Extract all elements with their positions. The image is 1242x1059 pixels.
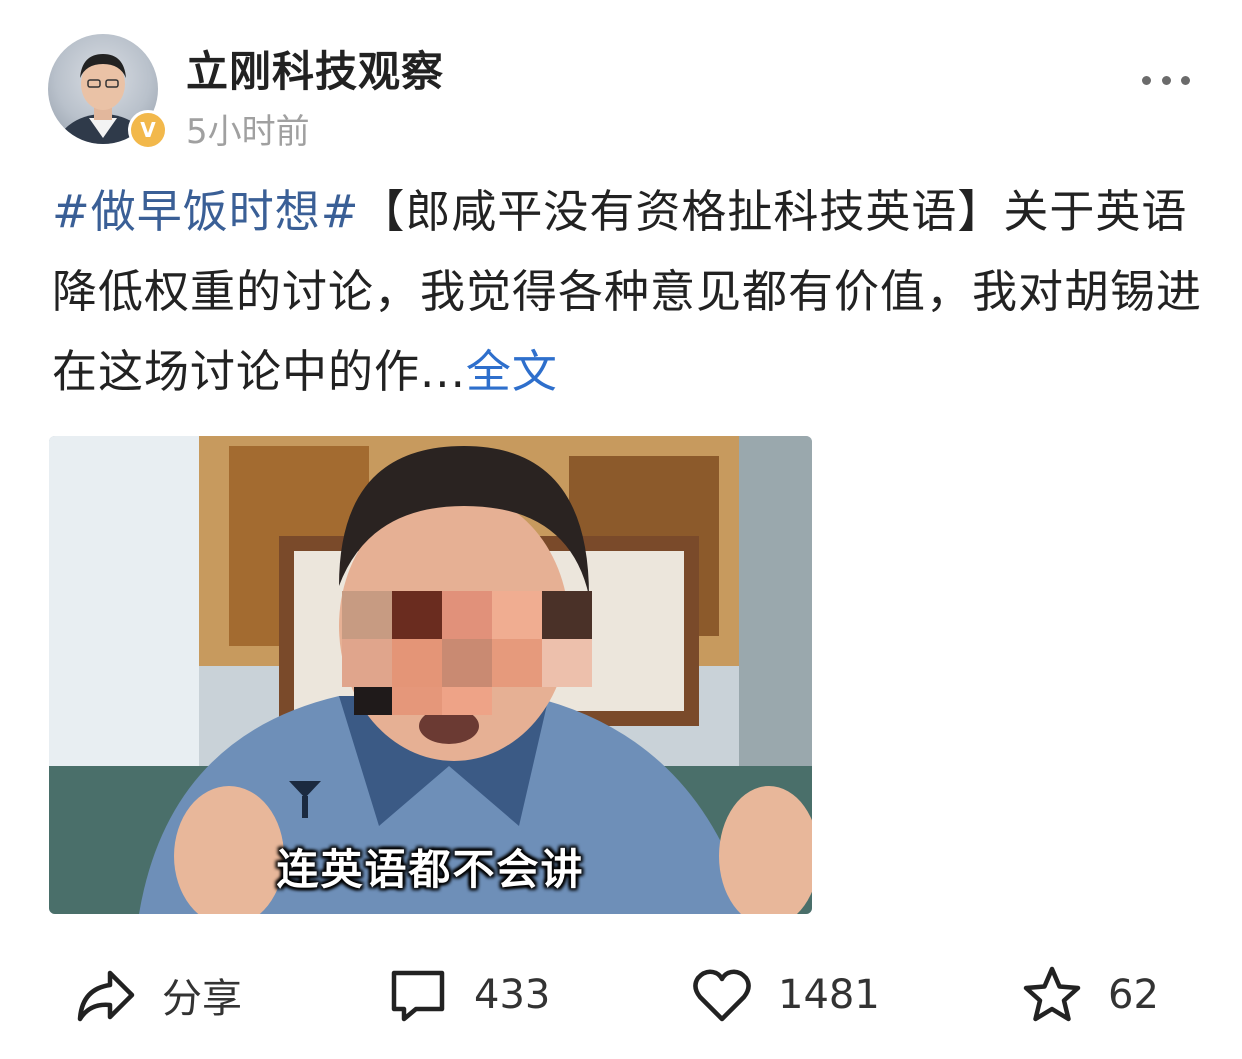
action-bar: 分享 433 1481 62 <box>0 960 1242 1030</box>
comment-button[interactable]: 433 <box>386 960 550 1030</box>
dot <box>1161 75 1171 85</box>
comment-count: 433 <box>474 972 551 1018</box>
share-button[interactable]: 分享 <box>74 960 242 1030</box>
like-button[interactable]: 1481 <box>690 960 880 1030</box>
image-caption: 连英语都不会讲 <box>276 845 585 894</box>
like-icon <box>693 969 751 1022</box>
hashtag-link[interactable]: #做早饭时想# <box>52 185 359 238</box>
favorite-count: 62 <box>1108 972 1159 1018</box>
post-image[interactable]: 连英语都不会讲 <box>49 436 812 914</box>
share-icon <box>77 970 135 1022</box>
like-count: 1481 <box>778 972 880 1018</box>
share-label: 分享 <box>162 976 242 1022</box>
post-body: #做早饭时想#【郎咸平没有资格扯科技英语】关于英语降低权重的讨论，我觉得各种意见… <box>52 172 1202 412</box>
author-name[interactable]: 立刚科技观察 <box>186 38 444 99</box>
comment-icon <box>391 970 445 1022</box>
favorite-button[interactable]: 62 <box>1020 960 1159 1030</box>
dot <box>1181 75 1190 85</box>
post-time: 5小时前 <box>186 112 310 152</box>
post-header: V 立刚科技观察 5小时前 <box>48 34 1194 152</box>
full-text-link[interactable]: 全文 <box>466 345 558 398</box>
dot <box>1142 75 1151 85</box>
star-icon <box>1023 966 1081 1022</box>
more-icon[interactable] <box>1142 70 1190 90</box>
verified-icon: V <box>128 110 168 150</box>
